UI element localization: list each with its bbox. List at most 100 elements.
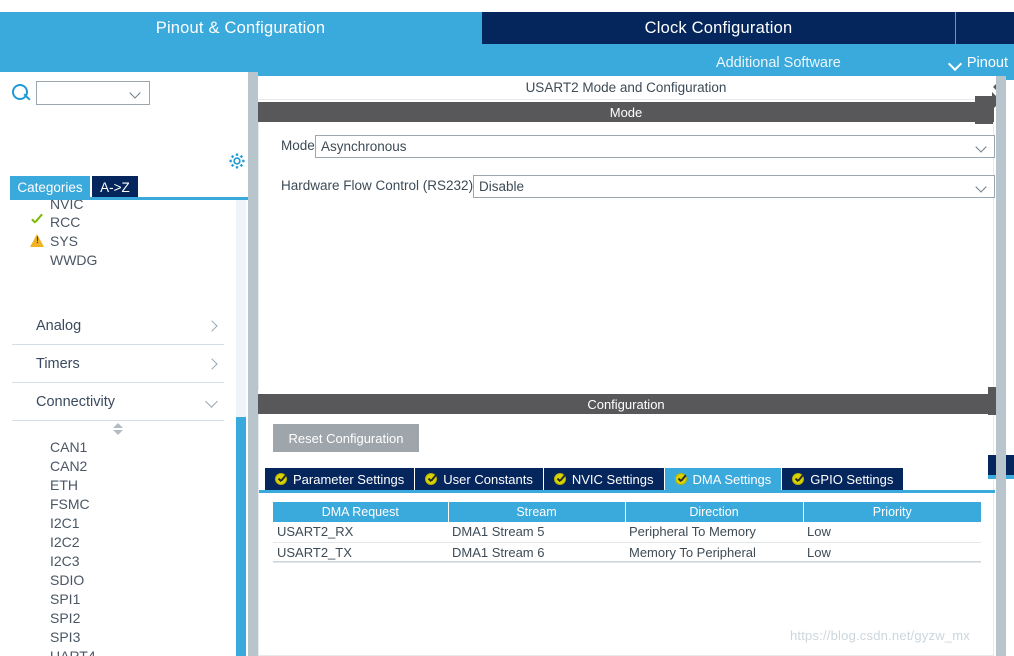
sidebar-tab-categories[interactable]: Categories (10, 176, 90, 198)
sidebar-view-tabs: Categories A->Z (0, 176, 248, 198)
sidebar-item-i2c3[interactable]: I2C3 (0, 551, 236, 570)
additional-software-button[interactable]: Additional Software (716, 55, 841, 71)
sidebar-item-eth[interactable]: ETH (0, 475, 236, 494)
sidebar-item-nvic-label: NVIC (50, 200, 84, 212)
sidebar-category-analog[interactable]: Analog (12, 307, 224, 345)
tab-gpio-settings-label: GPIO Settings (810, 471, 894, 487)
mode-select[interactable]: Asynchronous (315, 135, 995, 158)
tab-pinout-configuration[interactable]: Pinout & Configuration (0, 12, 481, 44)
pinout-dropdown-button[interactable]: Pinout (949, 55, 1008, 71)
hardware-flow-control-select-value: Disable (479, 179, 525, 194)
column-header-priority[interactable]: Priority (803, 502, 981, 522)
sidebar-item-can2[interactable]: CAN2 (0, 456, 236, 475)
sidebar-category-connectivity-label: Connectivity (36, 393, 115, 410)
mode-field-label: Mode (281, 138, 315, 153)
sidebar-item-spi2-label: SPI2 (50, 609, 81, 626)
mode-section-header-label: Mode (609, 104, 643, 120)
chevron-right-icon (206, 358, 218, 370)
sidebar-tab-categories-label: Categories (17, 179, 83, 195)
cell-direction: Memory To Peripheral (625, 542, 803, 563)
tab-gpio-settings[interactable]: GPIO Settings (782, 468, 904, 490)
cell-stream: DMA1 Stream 5 (448, 522, 625, 543)
sidebar-peripheral-list[interactable]: NVIC RCC SYS WWDG Analog Timers (0, 200, 236, 656)
cell-direction: Peripheral To Memory (625, 522, 803, 543)
column-header-dma-request[interactable]: DMA Request (273, 502, 449, 522)
sidebar-item-spi3[interactable]: SPI3 (0, 627, 236, 646)
tab-user-constants-label: User Constants (443, 471, 533, 487)
main-content: USART2 Mode and Configuration Mode Mode … (258, 76, 996, 656)
sidebar-item-spi3-label: SPI3 (50, 628, 81, 645)
sidebar-item-eth-label: ETH (50, 476, 78, 493)
sidebar-category-timers[interactable]: Timers (12, 345, 224, 383)
column-header-direction[interactable]: Direction (625, 502, 804, 522)
sidebar-item-uart4-label: UART4 (50, 647, 96, 656)
chevron-down-icon (206, 396, 218, 408)
tab-third-partial[interactable] (956, 12, 1014, 44)
check-circle-icon (425, 473, 438, 485)
check-circle-icon (674, 473, 687, 485)
tab-pinout-configuration-label: Pinout & Configuration (155, 18, 326, 37)
table-row[interactable]: USART2_TX DMA1 Stream 6 Memory To Periph… (273, 542, 981, 563)
sidebar-item-wwdg[interactable]: WWDG (0, 250, 236, 269)
check-circle-icon (553, 473, 566, 485)
tab-parameter-settings[interactable]: Parameter Settings (265, 468, 415, 490)
configuration-tabstrip: Parameter Settings User Constants NVIC S… (265, 468, 904, 490)
table-bottom-rule (273, 561, 981, 562)
chevron-down-icon (131, 89, 141, 99)
tab-dma-settings[interactable]: DMA Settings (664, 468, 782, 490)
configuration-section-header: Configuration (258, 394, 994, 414)
sidebar-item-i2c1[interactable]: I2C1 (0, 513, 236, 532)
sidebar-tab-az[interactable]: A->Z (92, 176, 138, 198)
sidebar-item-uart4[interactable]: UART4 (0, 646, 236, 656)
dma-settings-table: DMA Request Stream Direction Priority US… (273, 502, 981, 563)
sidebar-item-rcc[interactable]: RCC (0, 212, 236, 231)
sidebar-item-can2-label: CAN2 (50, 457, 88, 474)
sidebar-category-connectivity[interactable]: Connectivity (12, 383, 224, 421)
reset-configuration-button[interactable]: Reset Configuration (273, 424, 419, 452)
mode-select-value: Asynchronous (321, 139, 407, 154)
sidebar-item-spi1[interactable]: SPI1 (0, 589, 236, 608)
sidebar-item-sdio-label: SDIO (50, 571, 85, 588)
sidebar-item-can1[interactable]: CAN1 (0, 437, 236, 456)
chevron-down-icon (977, 143, 987, 153)
sidebar-category-analog-label: Analog (36, 317, 82, 334)
tab-nvic-settings[interactable]: NVIC Settings (543, 468, 664, 490)
sidebar-search-row (0, 76, 248, 110)
gear-icon[interactable] (228, 152, 246, 170)
sidebar-scrollbar-thumb[interactable] (236, 417, 246, 656)
cell-priority: Low (803, 522, 981, 543)
sidebar-item-spi2[interactable]: SPI2 (0, 608, 236, 627)
tab-user-constants[interactable]: User Constants (415, 468, 543, 490)
sidebar-item-sdio[interactable]: SDIO (0, 570, 236, 589)
table-header-row: DMA Request Stream Direction Priority (273, 502, 981, 522)
sidebar-item-i2c2[interactable]: I2C2 (0, 532, 236, 551)
check-circle-icon (792, 473, 805, 485)
column-header-stream[interactable]: Stream (448, 502, 626, 522)
page-title: USART2 Mode and Configuration (258, 76, 994, 100)
sidebar-item-can1-label: CAN1 (50, 438, 88, 455)
sidebar-item-fsmc[interactable]: FSMC (0, 494, 236, 513)
chevron-down-icon (949, 57, 961, 69)
check-icon (30, 214, 45, 229)
watermark: https://blog.csdn.net/gyzw_mx (790, 628, 970, 643)
right-panel-divider[interactable] (996, 76, 1006, 656)
chevron-down-icon (977, 183, 987, 193)
right-edge-tab-top[interactable] (975, 96, 993, 124)
configuration-tab-underline (259, 490, 995, 493)
tab-clock-configuration-label: Clock Configuration (644, 18, 793, 37)
sidebar-item-nvic[interactable]: NVIC (0, 200, 236, 212)
table-row[interactable]: USART2_RX DMA1 Stream 5 Peripheral To Me… (273, 522, 981, 543)
sidebar-item-wwdg-label: WWDG (50, 251, 98, 268)
pinout-dropdown-label: Pinout (966, 55, 1008, 71)
list-sort-handle[interactable] (12, 421, 224, 437)
sidebar-item-sys[interactable]: SYS (0, 231, 236, 250)
configuration-section-body: Reset Configuration Parameter Settings U… (258, 414, 995, 656)
chevron-right-icon (206, 320, 218, 332)
tab-clock-configuration[interactable]: Clock Configuration (482, 12, 955, 44)
sidebar-divider[interactable] (248, 72, 258, 656)
hardware-flow-control-select[interactable]: Disable (473, 175, 995, 198)
cell-dma-request: USART2_TX (273, 542, 448, 563)
search-input[interactable] (36, 81, 150, 105)
top-tab-bar: Pinout & Configuration Clock Configurati… (0, 12, 1014, 80)
sidebar: Categories A->Z NVIC RCC SYS WWDG (0, 72, 248, 656)
